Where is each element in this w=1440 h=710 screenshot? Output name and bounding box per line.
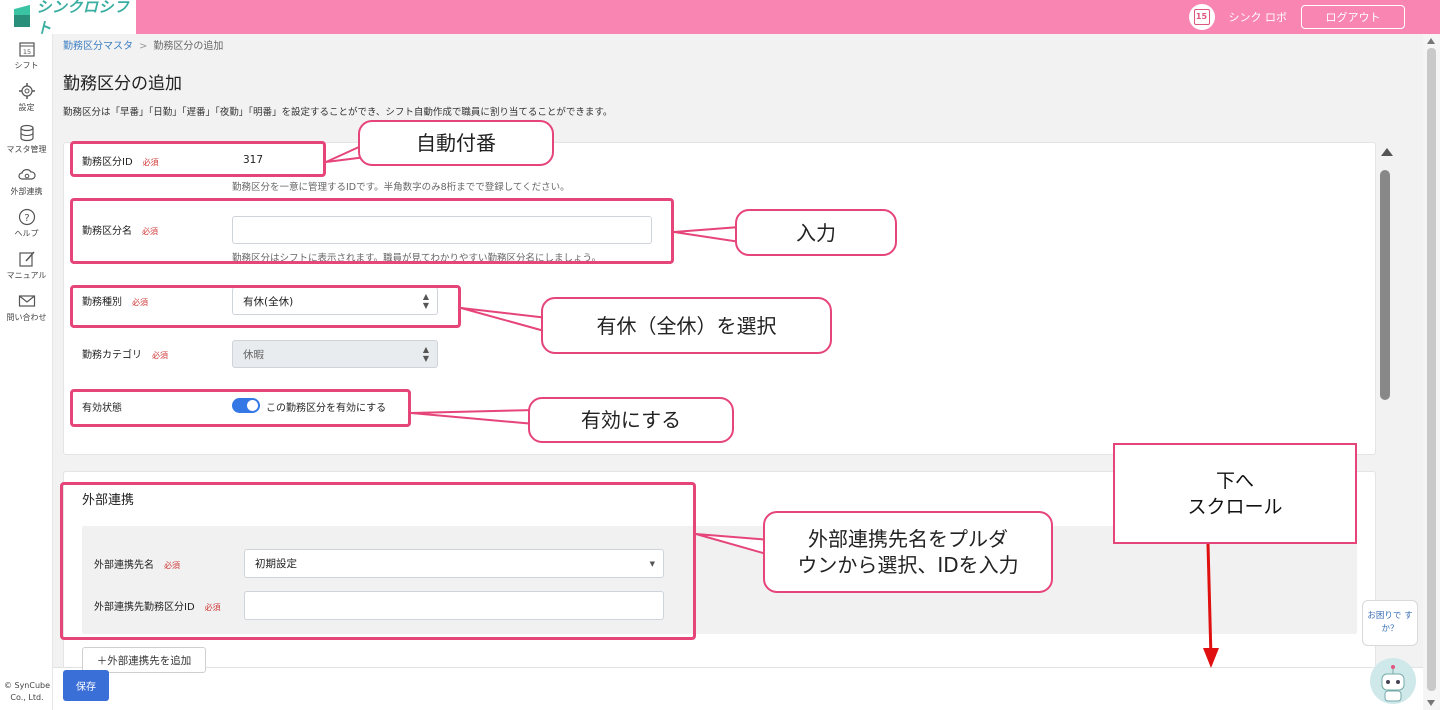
sidebar: 15 シフト 設定 マスタ管理 外部連携 ? ヘルプ マニュアル 問い合わせ ©… [0, 34, 53, 710]
scroll-down-note: 下へ スクロール [1113, 443, 1357, 544]
select-arrows-icon: ▲ ▼ [422, 292, 429, 310]
user-name: シンク ロボ [1228, 11, 1288, 24]
required-badge: 必須 [132, 298, 148, 307]
name-input[interactable] [232, 216, 652, 244]
app-logo[interactable]: シンクロシフト [0, 0, 136, 37]
callout-auto-number: 自動付番 [358, 120, 554, 166]
toggle-knob [247, 400, 258, 411]
callout-input: 入力 [735, 209, 897, 256]
external-section-title: 外部連携 [82, 493, 135, 508]
logout-button[interactable]: ログアウト [1301, 5, 1405, 29]
callout-enable: 有効にする [528, 397, 734, 443]
breadcrumb-current: 勤務区分の追加 [153, 41, 224, 52]
sidebar-item-label: シフト [14, 60, 39, 70]
svg-text:?: ? [24, 213, 29, 224]
dest-select-value: 初期設定 [255, 558, 297, 570]
scroll-thumb[interactable] [1427, 48, 1436, 691]
footer-bar [53, 667, 1423, 710]
select-arrows-icon: ▲ ▼ [422, 345, 429, 363]
scroll-up-icon[interactable] [1427, 38, 1435, 44]
question-icon: ? [18, 208, 35, 225]
scroll-note-line2: スクロール [1187, 495, 1283, 518]
scroll-note-line1: 下へ [1215, 469, 1254, 492]
category-select: 休暇 ▲ ▼ [232, 340, 438, 368]
calendar-icon: 15 [18, 41, 35, 57]
calendar-badge-icon[interactable]: 15 [1188, 4, 1215, 30]
sidebar-item-label: 外部連携 [10, 186, 43, 196]
breadcrumb: 勤務区分マスタ > 勤務区分の追加 [63, 37, 223, 52]
page-scrollbar[interactable] [1423, 34, 1440, 710]
callout-external: 外部連携先名をプルダ ウンから選択、IDを入力 [763, 511, 1053, 593]
sidebar-item-label: 問い合わせ [6, 312, 47, 322]
top-header: シンクロシフト 15 シンク ロボ ログアウト [0, 0, 1440, 37]
svg-text:15: 15 [22, 48, 30, 56]
main-content: 勤務区分マスタ > 勤務区分の追加 勤務区分の追加 勤務区分は「早番」「日勤」「遅番… [53, 34, 1423, 710]
dest-id-input[interactable] [244, 591, 664, 620]
sidebar-item-help[interactable]: ? ヘルプ [0, 202, 53, 244]
sidebar-item-manual[interactable]: マニュアル [0, 244, 53, 286]
sidebar-item-master[interactable]: マスタ管理 [0, 118, 53, 160]
calendar-day: 15 [1193, 9, 1210, 25]
callout-select-paid-leave: 有休（全休）を選択 [541, 297, 832, 354]
dest-select[interactable]: 初期設定 ▼ [244, 549, 664, 578]
dest-id-field-label: 外部連携先勤務区分ID 必須 [94, 602, 221, 613]
required-badge: 必須 [204, 603, 221, 612]
sidebar-item-shift[interactable]: 15 シフト [0, 34, 53, 76]
scroll-thumb[interactable] [1380, 170, 1390, 400]
edit-icon [18, 251, 35, 267]
sidebar-item-contact[interactable]: 問い合わせ [0, 286, 53, 328]
callout-external-line2: ウンから選択、IDを入力 [797, 553, 1019, 577]
name-hint: 勤務区分はシフトに表示されます。職員が見てわかりやすい勤務区分名にしましょう。 [232, 253, 601, 264]
status-toggle[interactable] [232, 398, 260, 413]
required-badge: 必須 [142, 227, 158, 236]
required-badge: 必須 [142, 158, 159, 167]
sidebar-item-label: 設定 [18, 102, 35, 112]
breadcrumb-parent-link[interactable]: 勤務区分マスタ [63, 41, 133, 52]
copyright: © SynCube Co., Ltd. [3, 681, 51, 702]
required-badge: 必須 [164, 561, 180, 570]
status-toggle-label: この勤務区分を有効にする [266, 403, 387, 414]
logo-text: シンクロシフト [36, 0, 130, 37]
sidebar-item-label: ヘルプ [14, 228, 39, 238]
sidebar-item-label: マニュアル [6, 270, 47, 280]
breadcrumb-separator: > [139, 41, 148, 52]
scroll-down-icon[interactable] [1427, 700, 1435, 706]
page-title: 勤務区分の追加 [63, 74, 182, 94]
status-field-label: 有効状態 [82, 403, 122, 414]
cloud-sync-icon [17, 168, 36, 180]
database-icon [19, 124, 34, 141]
category-select-value: 休暇 [243, 348, 264, 361]
page-description: 勤務区分は「早番」「日勤」「遅番」「夜勤」「明番」を設定することができ、シフト自… [63, 107, 613, 118]
logo-cube-icon [12, 4, 30, 29]
sidebar-item-settings[interactable]: 設定 [0, 76, 53, 118]
id-hint: 勤務区分を一意に管理するIDです。半角数字のみ8桁までで登録してください。 [232, 182, 570, 193]
id-field-label: 勤務区分ID 必須 [82, 157, 159, 168]
chevron-down-icon: ▼ [649, 559, 655, 568]
type-field-label: 勤務種別 必須 [82, 297, 148, 308]
type-select-value: 有休(全休) [243, 295, 294, 308]
dest-field-label: 外部連携先名 必須 [94, 560, 180, 571]
gear-icon [18, 82, 35, 99]
scroll-up-icon[interactable] [1381, 148, 1393, 156]
save-button[interactable]: 保存 [63, 670, 109, 701]
sidebar-item-label: マスタ管理 [6, 144, 47, 154]
name-field-label: 勤務区分名 必須 [82, 226, 158, 237]
id-field[interactable]: 317 [232, 146, 324, 174]
callout-external-line1: 外部連携先名をプルダ [808, 527, 1008, 551]
sidebar-item-external[interactable]: 外部連携 [0, 160, 53, 202]
mail-icon [18, 294, 35, 307]
robot-avatar-icon[interactable] [1370, 658, 1416, 704]
required-badge: 必須 [152, 351, 168, 360]
category-field-label: 勤務カテゴリ 必須 [82, 350, 168, 361]
type-select[interactable]: 有休(全休) ▲ ▼ [232, 287, 438, 315]
help-bubble[interactable]: お困りで すか？ [1362, 600, 1418, 646]
